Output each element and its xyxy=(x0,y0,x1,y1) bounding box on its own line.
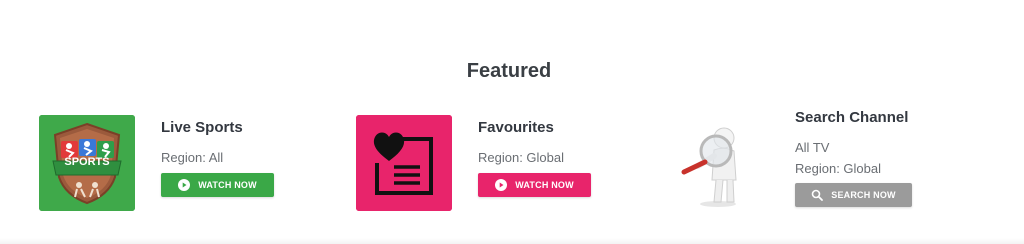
card-title: Search Channel xyxy=(795,109,909,126)
sports-badge-text: SPORTS xyxy=(64,156,110,168)
section-divider xyxy=(0,238,1024,244)
heart-list-icon xyxy=(356,115,452,211)
watch-now-button[interactable]: WATCH NOW xyxy=(161,173,274,197)
watch-now-button[interactable]: WATCH NOW xyxy=(478,173,591,197)
sports-thumbnail[interactable]: SPORTS xyxy=(39,115,135,211)
card-region: Region: Global xyxy=(478,150,564,165)
button-label: WATCH NOW xyxy=(198,180,257,190)
play-circle-icon xyxy=(178,179,191,191)
button-label: WATCH NOW xyxy=(515,180,574,190)
search-now-button[interactable]: SEARCH NOW xyxy=(795,183,912,207)
search-icon xyxy=(811,189,824,201)
magnifier-person-icon xyxy=(681,127,737,207)
button-label: SEARCH NOW xyxy=(831,190,896,200)
card-category: All TV xyxy=(795,140,830,155)
card-title: Favourites xyxy=(478,119,554,136)
magnifier-man-illustration xyxy=(678,118,758,208)
card-region: Region: All xyxy=(161,150,224,165)
play-circle-icon xyxy=(495,179,508,191)
favourites-thumbnail[interactable] xyxy=(356,115,452,211)
card-region: Region: Global xyxy=(795,161,881,176)
card-title: Live Sports xyxy=(161,119,243,136)
section-title: Featured xyxy=(466,60,552,82)
